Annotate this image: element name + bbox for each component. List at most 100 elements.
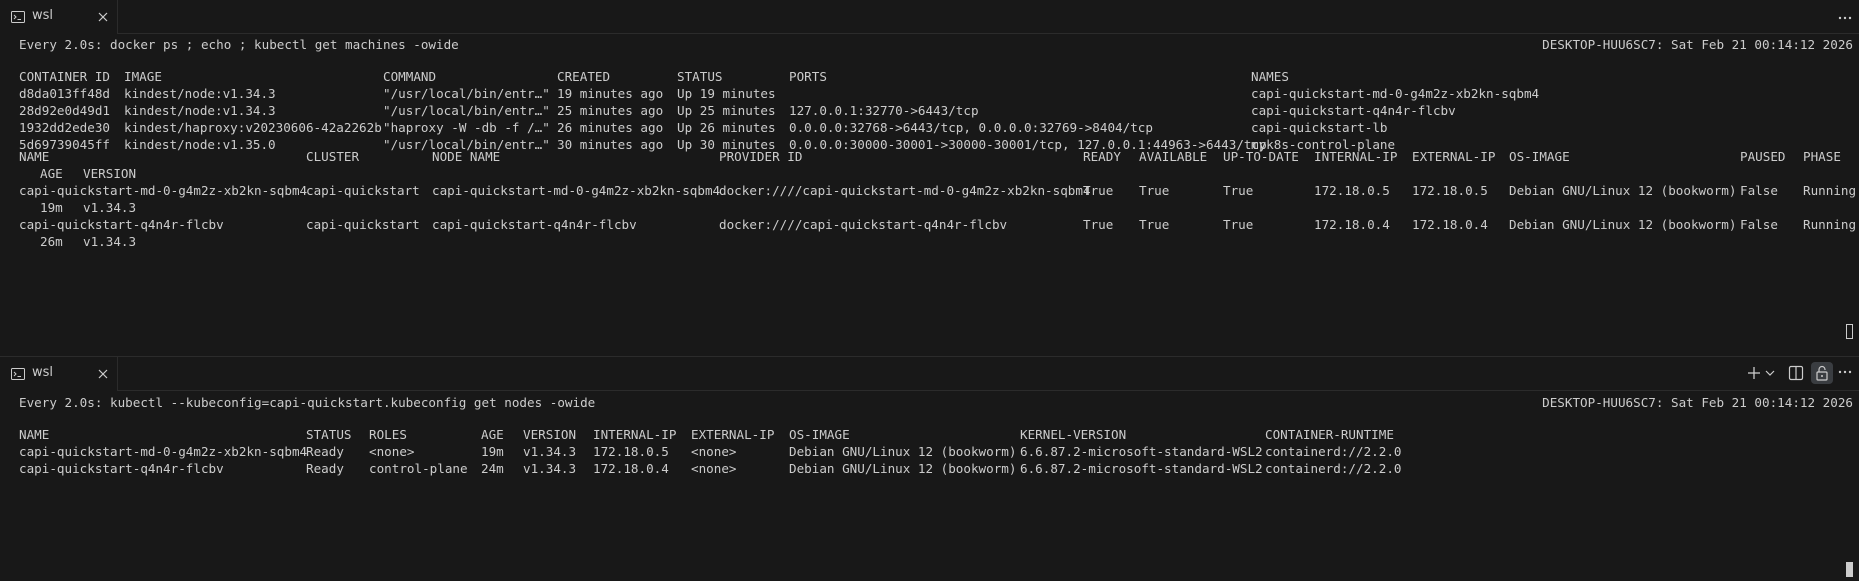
terminal-cursor xyxy=(1846,562,1853,577)
lock-icon[interactable] xyxy=(1811,362,1833,384)
table-cell: INTERNAL-IP xyxy=(1314,149,1398,164)
tab-label: wsl xyxy=(32,8,54,23)
table-cell: capi-quickstart xyxy=(306,183,420,198)
table-cell: 6.6.87.2-microsoft-standard-WSL2 xyxy=(1020,444,1263,459)
table-cell: Debian GNU/Linux 12 (bookworm) xyxy=(1509,217,1737,232)
table-cell: Debian GNU/Linux 12 (bookworm) xyxy=(789,444,1017,459)
table-cell: PAUSED xyxy=(1740,149,1786,164)
table-row: capi-quickstart-md-0-g4m2z-xb2kn-sqbm4 Re… xyxy=(0,443,1859,460)
close-icon[interactable] xyxy=(96,10,110,24)
table-cell: 0.0.0.0:32768->6443/tcp, 0.0.0.0:32769->… xyxy=(789,120,1153,135)
plus-icon[interactable] xyxy=(1746,365,1762,385)
table-cell: STATUS xyxy=(677,69,723,84)
terminal-icon xyxy=(11,11,25,23)
table-cell: CLUSTER xyxy=(306,149,360,164)
terminal-tab-top[interactable]: wsl xyxy=(0,0,118,34)
table-cell: Ready xyxy=(306,444,344,459)
table-cell: IMAGE xyxy=(124,69,162,84)
table-cell: containerd://2.2.0 xyxy=(1265,444,1402,459)
table-cell: False xyxy=(1740,183,1778,198)
terminal-pane-bottom[interactable]: wsl Every 2.0s: kubectl --kubeconfig=cap… xyxy=(0,357,1859,581)
table-cell: 172.18.0.4 xyxy=(1314,217,1390,232)
table-cell: containerd://2.2.0 xyxy=(1265,461,1402,476)
table-cell: UP-TO-DATE xyxy=(1223,149,1299,164)
table-cell: KERNEL-VERSION xyxy=(1020,427,1127,442)
table-cell: True xyxy=(1139,183,1170,198)
more-icon[interactable] xyxy=(1837,364,1853,384)
table-cell: PROVIDER ID xyxy=(719,149,803,164)
close-icon[interactable] xyxy=(96,367,110,381)
table-cell: True xyxy=(1083,217,1114,232)
table-row: capi-quickstart-q4n4r-flcbv capi-quicksta… xyxy=(0,216,1859,233)
table-cell: ROLES xyxy=(369,427,407,442)
table-cell: 172.18.0.5 xyxy=(1412,183,1488,198)
table-cell: v1.34.3 xyxy=(523,444,577,459)
table-cell: NAMES xyxy=(1251,69,1289,84)
table-cell: AGE xyxy=(40,166,63,181)
table-cell: VERSION xyxy=(83,166,137,181)
table-cell: VERSION xyxy=(523,427,577,442)
table-cell: INTERNAL-IP xyxy=(593,427,677,442)
table-cell: False xyxy=(1740,217,1778,232)
table-cell: capi-quickstart-q4n4r-flcbv xyxy=(1251,103,1456,118)
table-cell: Up 25 minutes xyxy=(677,103,776,118)
table-row: 28d92e0d49d1 kindest/node:v1.34.3 "/usr/lo… xyxy=(0,102,1859,119)
table-cell: CONTAINER ID xyxy=(19,69,110,84)
table-cell: 19 minutes ago xyxy=(557,86,664,101)
chevron-down-icon[interactable] xyxy=(1764,365,1776,385)
table-cell: 172.18.0.4 xyxy=(1412,217,1488,232)
table-cell: 26 minutes ago xyxy=(557,120,664,135)
table-cell: NAME xyxy=(19,149,50,164)
table-cell: AVAILABLE xyxy=(1139,149,1208,164)
table-cell: 172.18.0.5 xyxy=(1314,183,1390,198)
table-cell: v1.34.3 xyxy=(523,461,577,476)
table-cell: AGE xyxy=(481,427,504,442)
table-cell: 26m xyxy=(40,234,63,249)
table-cell: Debian GNU/Linux 12 (bookworm) xyxy=(1509,183,1737,198)
table-cell: <none> xyxy=(691,444,737,459)
table-cell: STATUS xyxy=(306,427,352,442)
table-cell: capi-quickstart-md-0-g4m2z-xb2kn-sqbm4 xyxy=(1251,86,1540,101)
table-cell: NAME xyxy=(19,427,50,442)
table-row: 1932dd2ede30 kindest/haproxy:v20230606-42… xyxy=(0,119,1859,136)
table-cell: 19m xyxy=(481,444,504,459)
table-cell: capi-quickstart xyxy=(306,217,420,232)
table-cell: capi-quickstart-md-0-g4m2z-xb2kn-sqbm4 xyxy=(432,183,721,198)
table-cell: docker:////capi-quickstart-md-0-g4m2z-xb… xyxy=(719,183,1091,198)
watch-host-time: DESKTOP-HUU6SC7: Sat Feb 21 00:14:12 202… xyxy=(1542,37,1853,52)
table-cell: PORTS xyxy=(789,69,827,84)
terminal-tab-bottom[interactable]: wsl xyxy=(0,357,118,391)
table-cell: v1.34.3 xyxy=(83,200,137,215)
terminal-tabbar-bottom: wsl xyxy=(0,357,1859,391)
table-cell: True xyxy=(1083,183,1114,198)
table-cell: 19m xyxy=(40,200,63,215)
table-cell: 172.18.0.5 xyxy=(593,444,669,459)
table-cell: True xyxy=(1223,183,1254,198)
table-cell: docker:////capi-quickstart-q4n4r-flcbv xyxy=(719,217,1008,232)
table-cell: CREATED xyxy=(557,69,611,84)
terminal-icon xyxy=(11,368,25,380)
table-cell: READY xyxy=(1083,149,1121,164)
table-cell: 25 minutes ago xyxy=(557,103,664,118)
split-editor-icon[interactable] xyxy=(1788,365,1804,385)
table-cell: capi-quickstart-md-0-g4m2z-xb2kn-sqbm4 xyxy=(19,183,308,198)
more-icon[interactable] xyxy=(1837,7,1853,27)
watch-host-time: DESKTOP-HUU6SC7: Sat Feb 21 00:14:12 202… xyxy=(1542,395,1853,410)
table-cell: 1932dd2ede30 xyxy=(19,120,110,135)
table-row: d8da013ff48d kindest/node:v1.34.3 "/usr/lo… xyxy=(0,85,1859,102)
terminal-pane-top[interactable]: wsl Every 2.0s: docker ps ; echo ; kubec… xyxy=(0,0,1859,357)
table-row: capi-quickstart-q4n4r-flcbv Ready control-… xyxy=(0,460,1859,477)
table-cell: capi-quickstart-lb xyxy=(1251,120,1388,135)
table-cell: capi-quickstart-md-0-g4m2z-xb2kn-sqbm4 xyxy=(19,444,308,459)
table-cell: Debian GNU/Linux 12 (bookworm) xyxy=(789,461,1017,476)
table-cell: Ready xyxy=(306,461,344,476)
table-cell: NODE NAME xyxy=(432,149,501,164)
table-cell: True xyxy=(1139,217,1170,232)
table-header-wrap: AGE VERSION xyxy=(0,165,1859,182)
table-cell: capi-quickstart-q4n4r-flcbv xyxy=(19,217,224,232)
table-cell: control-plane xyxy=(369,461,468,476)
table-cell: EXTERNAL-IP xyxy=(691,427,775,442)
table-cell: Up 26 minutes xyxy=(677,120,776,135)
table-cell: 6.6.87.2-microsoft-standard-WSL2 xyxy=(1020,461,1263,476)
table-cell: kindest/node:v1.34.3 xyxy=(124,86,276,101)
